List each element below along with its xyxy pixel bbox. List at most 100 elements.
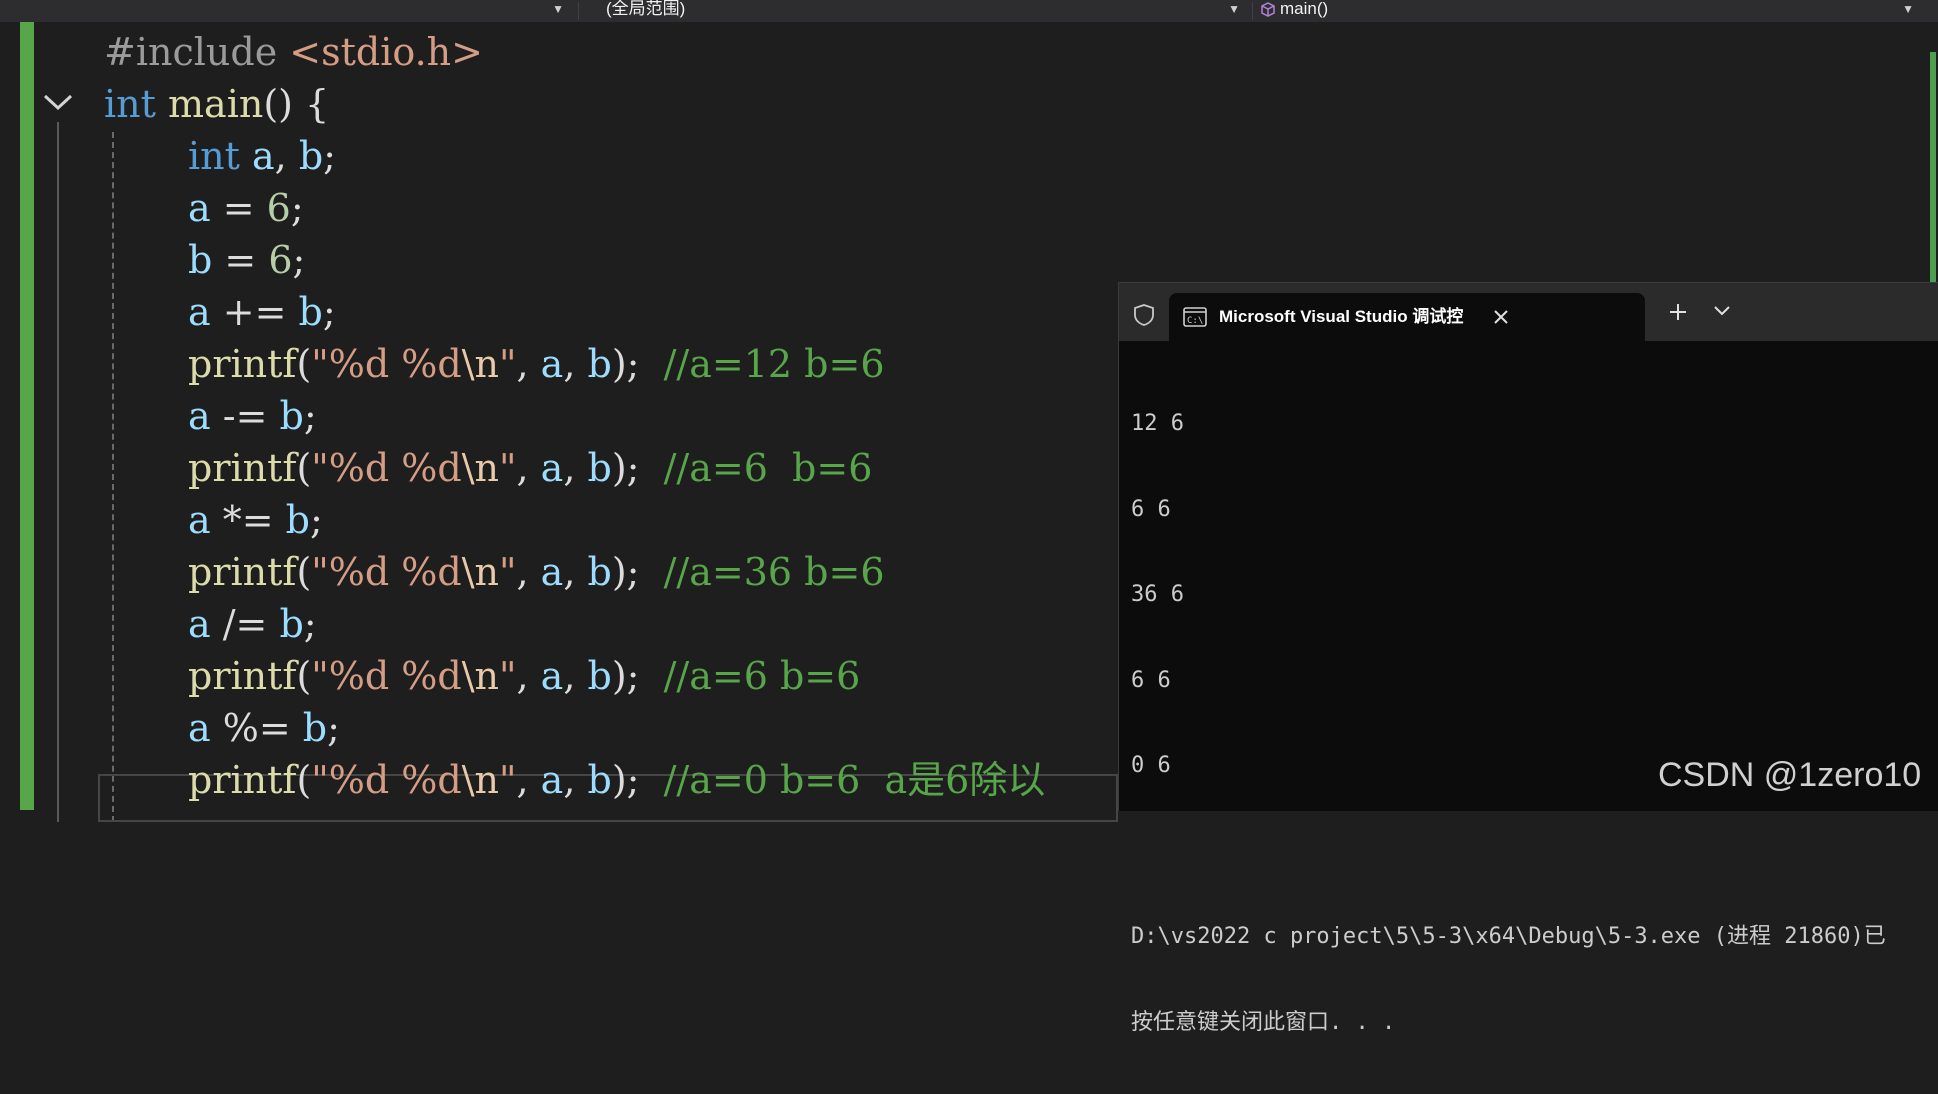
punctuation: ); (611, 342, 640, 386)
punctuation: , (563, 654, 588, 698)
code-line[interactable]: #include <stdio.h> (104, 26, 483, 78)
dropdown-arrow-icon: ▼ (1228, 2, 1240, 16)
variable: a (188, 186, 211, 230)
code-line[interactable]: a /= b; (104, 598, 317, 650)
code-line[interactable]: a *= b; (104, 494, 323, 546)
operator: -= (210, 394, 280, 438)
code-line[interactable]: b = 6; (104, 234, 305, 286)
project-dropdown[interactable]: ▼ (0, 0, 570, 22)
escape-sequence: \n (461, 550, 499, 594)
variable: a (188, 394, 211, 438)
punctuation: ); (611, 446, 640, 490)
variable: b (188, 238, 213, 282)
member-label: main() (1280, 0, 1329, 18)
comment: //a=6 b=6 (663, 654, 861, 698)
comment: //a=36 b=6 (663, 550, 885, 594)
chevron-down-icon[interactable] (1713, 305, 1731, 317)
terminal-tab[interactable]: C:\ Microsoft Visual Studio 调试控 (1169, 293, 1645, 341)
string-literal: "%d %d (311, 550, 462, 594)
function-name: printf (188, 342, 297, 386)
nav-divider (1252, 2, 1253, 20)
scope-label: (全局范围) (606, 0, 686, 18)
variable: b (298, 290, 323, 334)
code-line[interactable]: printf("%d %d\n", a, b); //a=0 b=6 a是6除以 (104, 754, 1045, 806)
debug-console-window[interactable]: C:\ Microsoft Visual Studio 调试控 12 6 6 6… (1118, 282, 1938, 1035)
punctuation: ( (296, 342, 312, 386)
code-line[interactable]: int a, b; (104, 130, 336, 182)
code-line[interactable]: printf("%d %d\n", a, b); //a=36 b=6 (104, 546, 885, 598)
console-line: 12 6 (1131, 411, 1184, 436)
code-line[interactable]: a -= b; (104, 390, 317, 442)
string-literal: " (499, 446, 517, 490)
operator: = (212, 238, 269, 282)
fold-region-line (57, 122, 59, 822)
number-literal: 6 (266, 186, 291, 230)
collapse-chevron-icon[interactable] (42, 92, 74, 112)
escape-sequence: \n (461, 446, 499, 490)
escape-sequence: \n (461, 654, 499, 698)
keyword: int (188, 134, 240, 178)
dropdown-arrow-icon: ▼ (1902, 2, 1914, 16)
punctuation: ; (323, 134, 336, 178)
scope-dropdown[interactable]: (全局范围) ▼ (606, 0, 1246, 22)
operator: = (210, 186, 267, 230)
variable: b (279, 602, 304, 646)
code-line[interactable]: int main() { (104, 78, 329, 130)
comment: //a=6 b=6 (663, 446, 873, 490)
console-line: 6 6 (1131, 667, 1171, 693)
code-line[interactable]: printf("%d %d\n", a, b); //a=6 b=6 (104, 442, 872, 494)
watermark: CSDN @1zero10 (1658, 756, 1922, 794)
function-name: printf (188, 758, 297, 802)
variable: b (587, 654, 612, 698)
code-line[interactable]: a += b; (104, 286, 336, 338)
variable: a (188, 498, 211, 542)
operator: %= (210, 706, 303, 750)
code-line[interactable]: printf("%d %d\n", a, b); //a=12 b=6 (104, 338, 885, 390)
code-line[interactable]: a = 6; (104, 182, 304, 234)
function-name: printf (188, 550, 297, 594)
variable: a (540, 758, 564, 802)
variable: a (188, 602, 211, 646)
punctuation: , (516, 342, 541, 386)
punctuation: ); (611, 654, 640, 698)
change-tracking-bar (20, 22, 34, 810)
punctuation: ); (611, 758, 640, 802)
svg-text:C:\: C:\ (1187, 316, 1203, 326)
string-literal: " (499, 654, 517, 698)
operator: += (210, 290, 299, 334)
punctuation: , (563, 550, 588, 594)
string-literal: "%d %d (311, 758, 462, 802)
operator: *= (210, 498, 286, 542)
variable: b (302, 706, 328, 750)
scrollbar-change-marker (1930, 52, 1936, 302)
punctuation: , (516, 758, 541, 802)
variable: a (188, 706, 211, 750)
punctuation: ( (296, 654, 312, 698)
punctuation: ; (309, 498, 323, 542)
punctuation: ; (322, 290, 336, 334)
punctuation: ; (303, 394, 317, 438)
console-line: 6 6 (1131, 496, 1171, 522)
punctuation: , (274, 134, 299, 178)
console-line: 36 6 (1131, 582, 1184, 607)
variable: a (540, 550, 564, 594)
function-name: main (168, 82, 264, 126)
new-tab-plus-icon[interactable] (1667, 301, 1689, 323)
code-line[interactable]: printf("%d %d\n", a, b); //a=6 b=6 (104, 650, 860, 702)
console-app-icon: C:\ (1183, 307, 1207, 327)
dropdown-arrow-icon: ▼ (552, 2, 564, 16)
member-dropdown[interactable]: main() ▼ (1260, 0, 1920, 22)
code-line[interactable]: a %= b; (104, 702, 340, 754)
close-icon[interactable] (1491, 307, 1511, 327)
variable: a (252, 134, 275, 178)
punctuation: ( (296, 758, 312, 802)
punctuation: , (563, 342, 588, 386)
punctuation: , (516, 654, 541, 698)
nav-divider (578, 2, 579, 20)
variable: a (540, 342, 564, 386)
